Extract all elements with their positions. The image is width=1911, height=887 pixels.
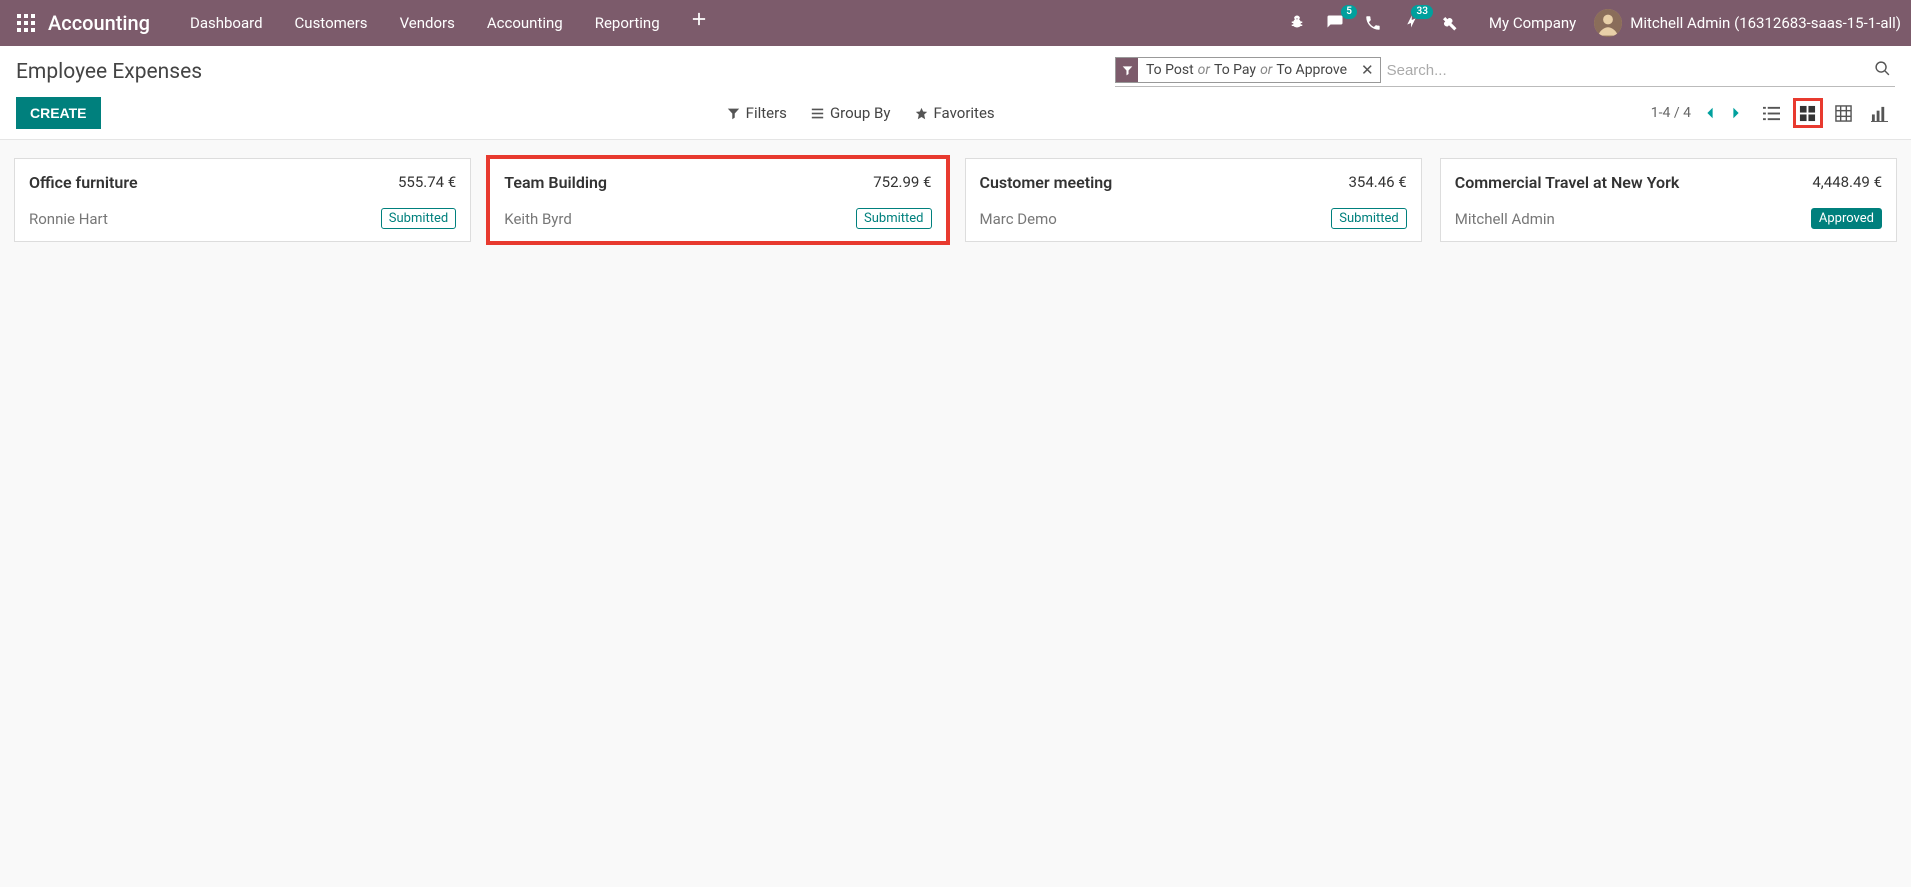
search-input[interactable] xyxy=(1387,62,1870,79)
page-title: Employee Expenses xyxy=(16,60,202,84)
create-button[interactable]: CREATE xyxy=(16,97,101,129)
top-navbar: Accounting Dashboard Customers Vendors A… xyxy=(0,0,1911,46)
status-badge: Submitted xyxy=(1331,208,1406,229)
menu-accounting[interactable]: Accounting xyxy=(471,2,579,44)
status-badge: Approved xyxy=(1811,208,1882,229)
pager-text: 1-4 / 4 xyxy=(1651,105,1691,121)
card-amount: 555.74 € xyxy=(398,173,456,191)
debug-icon[interactable] xyxy=(1285,11,1309,35)
card-title: Office furniture xyxy=(29,173,138,192)
list-icon xyxy=(811,107,824,120)
pager-prev-icon[interactable] xyxy=(1703,106,1717,120)
search-button[interactable] xyxy=(1870,56,1895,84)
activity-icon[interactable]: 33 xyxy=(1399,11,1423,35)
filter-chip-text: To Post or To Pay or To Approve xyxy=(1138,62,1355,78)
filters-button[interactable]: Filters xyxy=(727,104,787,122)
chat-icon[interactable]: 5 xyxy=(1323,11,1347,35)
view-pivot-icon[interactable] xyxy=(1829,98,1859,128)
card-amount: 4,448.49 € xyxy=(1812,173,1882,191)
status-badge: Submitted xyxy=(856,208,931,229)
expense-card[interactable]: Commercial Travel at New York 4,448.49 €… xyxy=(1440,158,1897,242)
apps-menu-icon[interactable] xyxy=(10,7,42,39)
view-graph-icon[interactable] xyxy=(1865,98,1895,128)
card-title: Team Building xyxy=(504,173,607,192)
star-icon xyxy=(915,107,928,120)
view-switcher xyxy=(1757,98,1895,128)
main-menu: Dashboard Customers Vendors Accounting R… xyxy=(174,2,722,44)
control-panel: Employee Expenses To Post or To Pay or T… xyxy=(0,46,1911,140)
menu-add-icon[interactable] xyxy=(676,2,722,44)
groupby-button[interactable]: Group By xyxy=(811,104,891,122)
card-title: Customer meeting xyxy=(980,173,1113,192)
pager: 1-4 / 4 xyxy=(1651,105,1743,121)
active-filter-chip[interactable]: To Post or To Pay or To Approve ✕ xyxy=(1115,57,1381,83)
status-badge: Submitted xyxy=(381,208,456,229)
search-bar: To Post or To Pay or To Approve ✕ xyxy=(1115,56,1895,87)
card-employee: Keith Byrd xyxy=(504,210,572,228)
kanban-board: Office furniture 555.74 € Ronnie Hart Su… xyxy=(0,140,1911,260)
menu-customers[interactable]: Customers xyxy=(279,2,384,44)
pager-next-icon[interactable] xyxy=(1729,106,1743,120)
user-menu[interactable]: Mitchell Admin (16312683-saas-15-1-all) xyxy=(1594,9,1901,37)
search-icon xyxy=(1874,60,1891,77)
card-amount: 752.99 € xyxy=(873,173,931,191)
card-title: Commercial Travel at New York xyxy=(1455,173,1680,192)
chat-badge: 5 xyxy=(1341,5,1357,19)
view-list-icon[interactable] xyxy=(1757,98,1787,128)
expense-card[interactable]: Customer meeting 354.46 € Marc Demo Subm… xyxy=(965,158,1422,242)
avatar xyxy=(1594,9,1622,37)
activity-badge: 33 xyxy=(1411,5,1432,19)
expense-card[interactable]: Office furniture 555.74 € Ronnie Hart Su… xyxy=(14,158,471,242)
menu-reporting[interactable]: Reporting xyxy=(579,2,676,44)
funnel-icon xyxy=(1116,58,1138,82)
company-switcher[interactable]: My Company xyxy=(1489,14,1576,32)
expense-card[interactable]: Team Building 752.99 € Keith Byrd Submit… xyxy=(489,158,946,242)
tools-icon[interactable] xyxy=(1437,11,1461,35)
user-name: Mitchell Admin (16312683-saas-15-1-all) xyxy=(1630,14,1901,32)
card-employee: Mitchell Admin xyxy=(1455,210,1555,228)
card-employee: Marc Demo xyxy=(980,210,1057,228)
phone-icon[interactable] xyxy=(1361,11,1385,35)
app-title[interactable]: Accounting xyxy=(48,11,150,35)
filter-chip-remove-icon[interactable]: ✕ xyxy=(1355,61,1380,79)
card-employee: Ronnie Hart xyxy=(29,210,108,228)
view-kanban-icon[interactable] xyxy=(1793,98,1823,128)
systray: 5 33 xyxy=(1285,11,1461,35)
filter-toolbar: Filters Group By Favorites xyxy=(727,104,1025,122)
menu-dashboard[interactable]: Dashboard xyxy=(174,2,279,44)
card-amount: 354.46 € xyxy=(1348,173,1406,191)
menu-vendors[interactable]: Vendors xyxy=(384,2,471,44)
funnel-icon xyxy=(727,107,740,120)
favorites-button[interactable]: Favorites xyxy=(915,104,995,122)
